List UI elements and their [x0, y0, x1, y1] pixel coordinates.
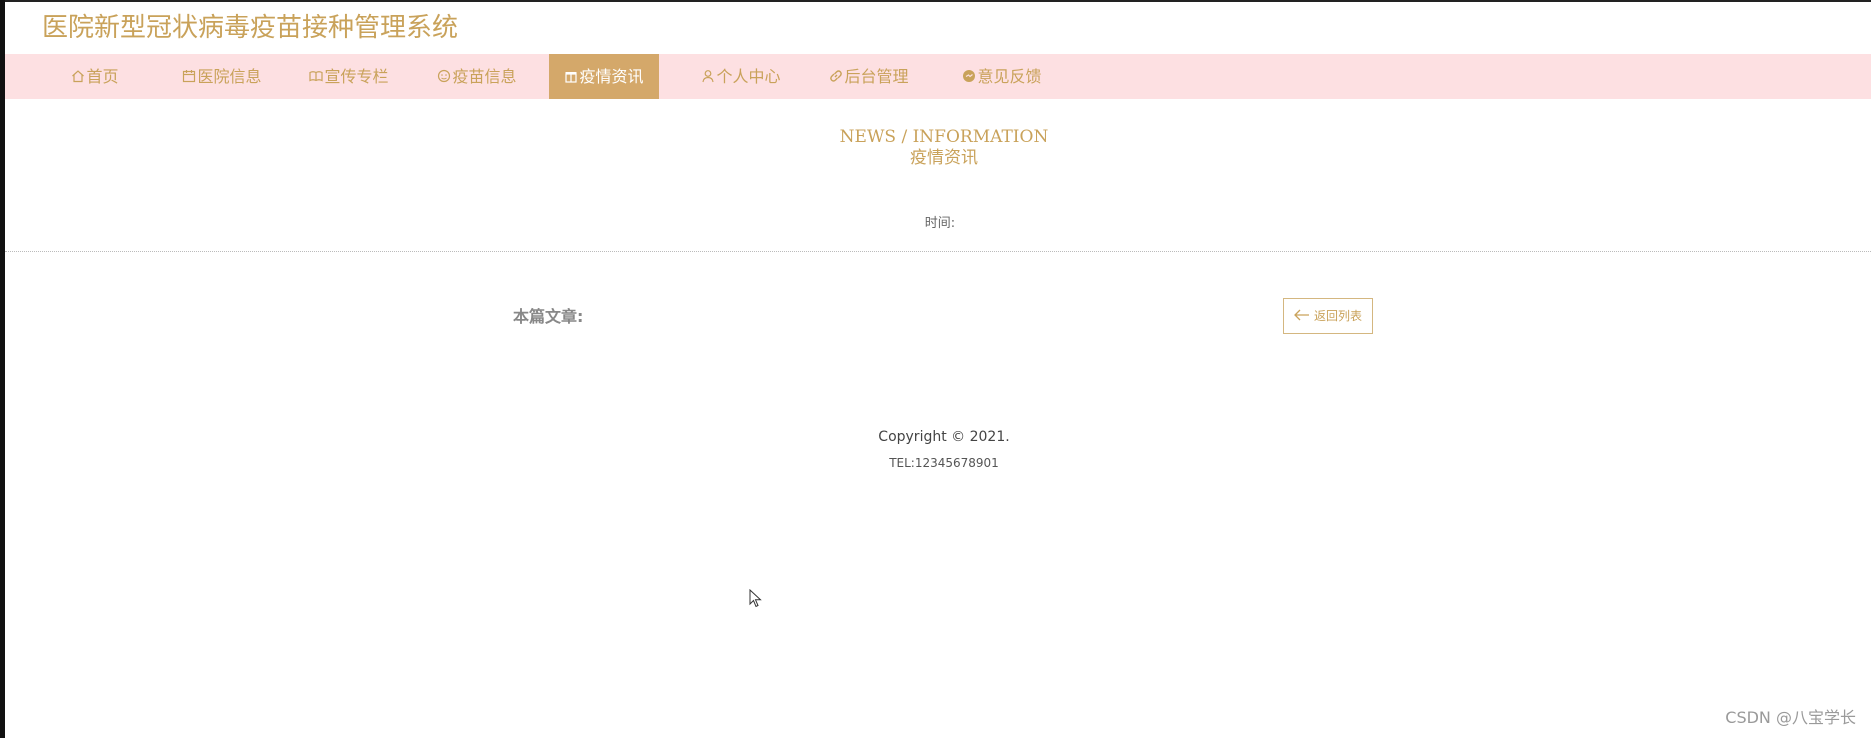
mouse-cursor-icon — [749, 589, 763, 609]
footer-copyright: Copyright © 2021. — [878, 429, 1010, 445]
main-nav: 首页 医院信息 宣传专栏 疫苗信息 疫情资讯 个人中心 后台管理 意见反馈 — [5, 54, 1871, 99]
window-left-border — [0, 0, 5, 738]
book-icon — [309, 69, 324, 83]
article-label: 本篇文章: — [513, 307, 584, 326]
back-button-label: 返回列表 — [1313, 309, 1362, 323]
nav-item-label: 疫情资讯 — [579, 67, 644, 86]
dotted-divider — [5, 251, 1871, 252]
nav-item-label: 意见反馈 — [977, 67, 1042, 86]
arrow-left-icon — [1294, 309, 1310, 321]
nav-item-publicity[interactable]: 宣传专栏 — [304, 54, 394, 99]
section-title-en: NEWS / INFORMATION — [839, 127, 1049, 147]
article-time: 时间: — [924, 216, 956, 231]
nav-item-label: 后台管理 — [844, 67, 909, 86]
back-to-list-button[interactable]: 返回列表 — [1283, 298, 1373, 334]
nav-item-label: 医院信息 — [197, 67, 262, 86]
calendar-icon — [182, 69, 196, 83]
footer-tel: TEL:12345678901 — [889, 456, 999, 470]
nav-item-hospital-info[interactable]: 医院信息 — [177, 54, 267, 99]
watermark: CSDN @八宝学长 — [1725, 708, 1856, 727]
nav-item-label: 个人中心 — [716, 67, 781, 86]
gift-icon — [564, 69, 578, 83]
nav-item-feedback[interactable]: 意见反馈 — [954, 54, 1050, 99]
section-title-cn: 疫情资讯 — [910, 148, 978, 168]
nav-item-admin[interactable]: 后台管理 — [821, 54, 917, 99]
nav-item-home[interactable]: 首页 — [50, 54, 140, 99]
message-icon — [962, 69, 976, 83]
nav-item-news[interactable]: 疫情资讯 — [549, 54, 659, 99]
user-icon — [701, 69, 715, 83]
nav-item-personal-center[interactable]: 个人中心 — [693, 54, 789, 99]
site-title: 医院新型冠状病毒疫苗接种管理系统 — [42, 13, 459, 43]
face-icon — [437, 69, 451, 83]
nav-item-label: 宣传专栏 — [324, 67, 389, 86]
link-icon — [829, 69, 843, 83]
home-icon — [71, 69, 85, 83]
nav-item-vaccine-info[interactable]: 疫苗信息 — [432, 54, 522, 99]
nav-item-label: 疫苗信息 — [452, 67, 517, 86]
nav-item-label: 首页 — [86, 67, 119, 86]
window-top-border — [0, 0, 1871, 2]
